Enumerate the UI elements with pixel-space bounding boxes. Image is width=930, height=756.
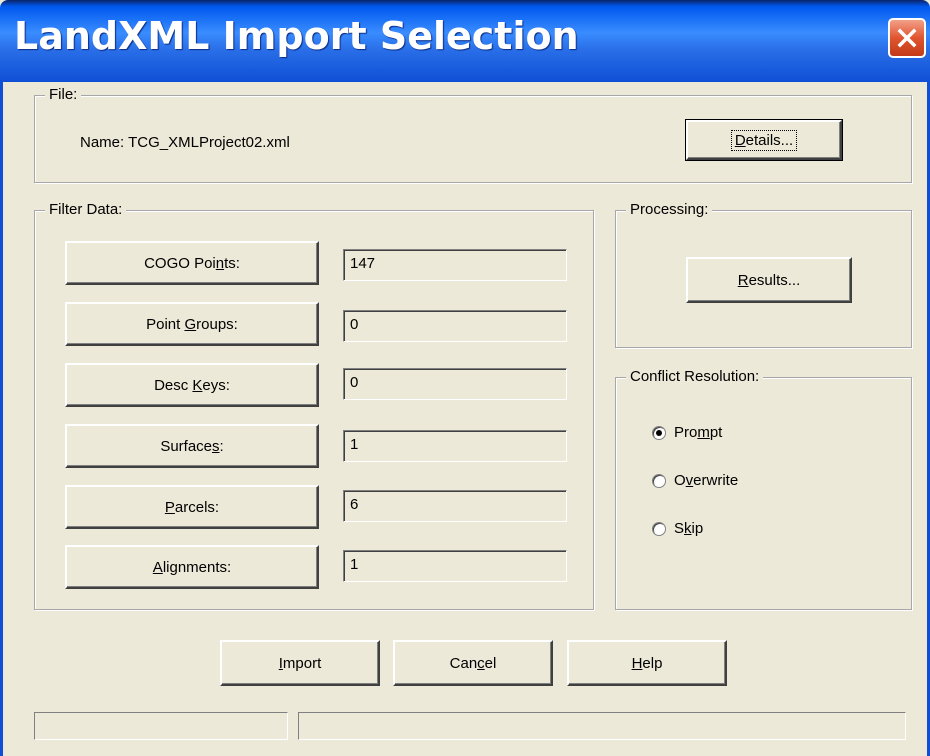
alignments-button-label: Alignments: — [152, 558, 232, 576]
processing-group: Processing: Results... — [615, 201, 912, 348]
surfaces-button-label: Surfaces: — [160, 437, 224, 455]
cogo-points-count: 147 — [343, 249, 567, 281]
window-title: LandXML Import Selection — [14, 14, 579, 58]
parcels-count: 6 — [343, 490, 567, 522]
radio-skip-indicator[interactable] — [652, 521, 666, 536]
help-button-label: Help — [631, 654, 663, 672]
file-name-row: Name: TCG_XMLProject02.xml — [80, 134, 290, 151]
results-button-label: Results... — [737, 271, 801, 289]
radio-skip[interactable]: Skip — [652, 520, 703, 537]
details-button[interactable]: Details... — [685, 119, 843, 161]
point-groups-button[interactable]: Point Groups: — [65, 302, 319, 346]
surfaces-button[interactable]: Surfaces: — [65, 424, 319, 468]
file-name-value: TCG_XMLProject02.xml — [128, 134, 290, 151]
file-group-legend: File: — [45, 86, 82, 103]
radio-prompt[interactable]: Prompt — [652, 424, 722, 441]
conflict-resolution-group: Conflict Resolution: Prompt Overwrite Sk… — [615, 368, 912, 610]
cogo-points-button[interactable]: COGO Points: — [65, 241, 319, 285]
processing-legend: Processing: — [626, 201, 713, 218]
desc-keys-button-label: Desc Keys: — [154, 376, 230, 394]
alignments-button[interactable]: Alignments: — [65, 545, 319, 589]
cancel-button-label: Cancel — [449, 654, 497, 672]
alignments-count: 1 — [343, 550, 567, 582]
desc-keys-button[interactable]: Desc Keys: — [65, 363, 319, 407]
surfaces-count: 1 — [343, 430, 567, 462]
import-button[interactable]: Import — [220, 640, 380, 686]
conflict-resolution-legend: Conflict Resolution: — [626, 368, 764, 385]
radio-overwrite-label: Overwrite — [674, 472, 739, 489]
title-bar: LandXML Import Selection — [0, 0, 930, 82]
filter-data-legend: Filter Data: — [45, 201, 127, 218]
point-groups-count: 0 — [343, 310, 567, 342]
radio-overwrite[interactable]: Overwrite — [652, 472, 738, 489]
radio-prompt-indicator[interactable] — [652, 425, 666, 440]
status-pane-right — [298, 712, 906, 740]
help-button[interactable]: Help — [567, 640, 727, 686]
close-button[interactable] — [888, 18, 926, 58]
desc-keys-count: 0 — [343, 368, 567, 400]
radio-skip-label: Skip — [674, 520, 704, 537]
filter-data-group: Filter Data: COGO Points: 147 Point Grou… — [34, 201, 594, 610]
radio-prompt-label: Prompt — [674, 424, 723, 441]
cogo-points-button-label: COGO Points: — [144, 254, 240, 272]
close-icon — [897, 28, 917, 48]
file-name-label: Name: — [80, 134, 125, 151]
cancel-button[interactable]: Cancel — [393, 640, 553, 686]
radio-overwrite-indicator[interactable] — [652, 473, 666, 488]
point-groups-button-label: Point Groups: — [146, 315, 238, 333]
details-button-label: Details... — [730, 129, 798, 151]
results-button[interactable]: Results... — [686, 257, 852, 303]
parcels-button[interactable]: Parcels: — [65, 485, 319, 529]
file-group: File: Name: TCG_XMLProject02.xml Details… — [34, 86, 912, 183]
status-pane-left — [34, 712, 288, 740]
import-button-label: Import — [278, 654, 322, 672]
parcels-button-label: Parcels: — [164, 498, 220, 516]
